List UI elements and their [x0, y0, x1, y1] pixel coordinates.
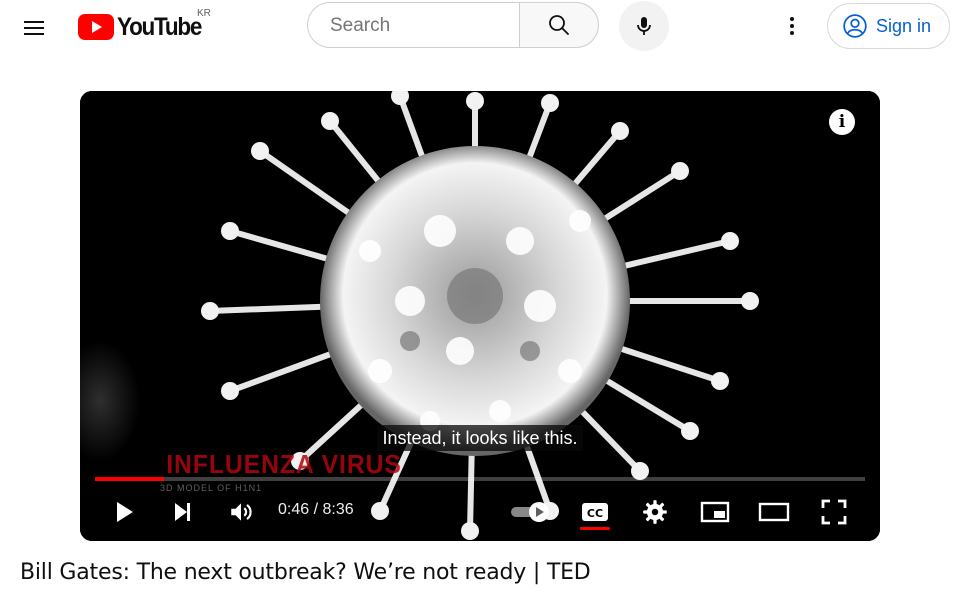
masthead: YouTube KR Sign in: [0, 0, 958, 56]
account-circle-icon: [843, 14, 867, 38]
miniplayer-button[interactable]: [697, 491, 733, 533]
sign-in-label: Sign in: [876, 15, 932, 36]
settings-icon: [643, 500, 667, 524]
search-button[interactable]: [519, 2, 599, 48]
theater-mode-button[interactable]: [754, 491, 794, 533]
caption-text: Instead, it looks like this.: [377, 425, 583, 451]
video-watermark-title: INFLUENZA VIRUS: [166, 449, 402, 479]
info-icon[interactable]: i: [829, 109, 855, 135]
captions-active-indicator: [580, 527, 610, 530]
logo-wordmark: YouTube: [117, 12, 202, 41]
autoplay-toggle-icon: [511, 502, 549, 522]
settings-menu-button[interactable]: [772, 6, 812, 46]
fullscreen-button[interactable]: [816, 491, 852, 533]
sign-in-button[interactable]: Sign in: [827, 3, 950, 49]
search-box: [307, 2, 519, 49]
player-controls: 0:46 / 8:36 CC: [80, 491, 880, 533]
microphone-icon: [637, 17, 651, 35]
time-display: 0:46 / 8:36: [278, 501, 354, 518]
hamburger-icon: [24, 21, 44, 35]
youtube-logo[interactable]: YouTube: [78, 12, 210, 42]
youtube-play-logo-icon: [78, 14, 114, 40]
search-input[interactable]: [328, 3, 512, 49]
cc-icon: CC: [582, 503, 608, 521]
video-title: Bill Gates: The next outbreak? We’re not…: [20, 560, 591, 585]
progress-played: [95, 477, 164, 481]
play-button[interactable]: [106, 491, 142, 533]
miniplayer-icon: [700, 501, 730, 523]
theater-icon: [758, 502, 790, 522]
voice-search-button[interactable]: [619, 1, 669, 51]
progress-bar[interactable]: [95, 477, 865, 481]
country-code: KR: [197, 8, 211, 19]
search-icon: [549, 15, 569, 35]
next-button[interactable]: [164, 491, 200, 533]
autoplay-toggle[interactable]: [508, 491, 554, 533]
guide-menu-button[interactable]: [14, 8, 54, 48]
play-icon: [117, 502, 133, 522]
svg-text:CC: CC: [587, 507, 603, 520]
fullscreen-icon: [821, 499, 847, 525]
volume-icon: [231, 503, 252, 521]
next-icon: [175, 503, 190, 521]
caption-window: Instead, it looks like this.: [80, 425, 880, 451]
more-vertical-icon: [790, 17, 794, 35]
video-player[interactable]: INFLUENZA VIRUS 3D MODEL OF H1N1 i Inste…: [80, 91, 880, 541]
settings-button[interactable]: [637, 491, 673, 533]
mute-button[interactable]: [223, 491, 259, 533]
